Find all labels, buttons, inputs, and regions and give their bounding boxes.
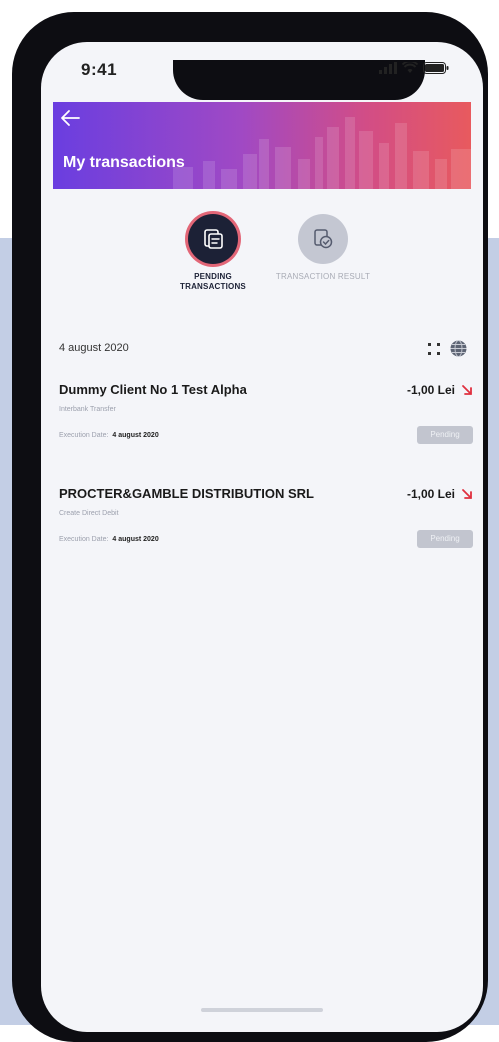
debit-arrow-icon [462, 385, 472, 395]
result-tab-circle [298, 214, 348, 264]
home-indicator [201, 1008, 323, 1012]
status-badge: Pending [417, 426, 473, 444]
transaction-name: PROCTER&GAMBLE DISTRIBUTION SRL [59, 486, 314, 501]
debit-arrow-icon [462, 489, 472, 499]
date-group-header: 4 august 2020 [59, 340, 467, 360]
tab-label-pending: PENDING TRANSACTIONS [180, 272, 246, 291]
phone-frame: 9:41 My transactions PENDING TRANSACTION… [12, 12, 488, 1042]
pending-transactions-icon [204, 229, 223, 249]
transaction-amount: -1,00 Lei [406, 487, 455, 501]
date-group-label: 4 august 2020 [59, 342, 129, 354]
page-title: My transactions [63, 154, 185, 171]
globe-icon[interactable] [450, 340, 467, 357]
transaction-amount: -1,00 Lei [406, 383, 455, 397]
battery-icon [423, 62, 449, 74]
transaction-type: Interbank Transfer [59, 406, 116, 413]
execution-date-label: Execution Date: [59, 432, 109, 439]
signal-icon [379, 62, 397, 74]
transaction-tabs: PENDING TRANSACTIONS TRANSACTION RESULT [41, 214, 483, 314]
wifi-icon [402, 62, 418, 73]
grid-filter-icon[interactable] [427, 342, 441, 356]
status-time: 9:41 [81, 60, 118, 79]
transaction-result-icon [314, 229, 333, 249]
status-icons [379, 62, 449, 74]
transaction-type: Create Direct Debit [59, 510, 119, 517]
tab-pending-transactions[interactable]: PENDING TRANSACTIONS [163, 214, 263, 292]
execution-date-row: Execution Date: 4 august 2020 [59, 432, 159, 439]
back-arrow-icon[interactable] [59, 108, 81, 128]
phone-screen: 9:41 My transactions PENDING TRANSACTION… [41, 42, 483, 1032]
tab-label-result: TRANSACTION RESULT [275, 272, 371, 281]
header-banner: My transactions [53, 102, 471, 189]
status-badge: Pending [417, 530, 473, 548]
transaction-name: Dummy Client No 1 Test Alpha [59, 382, 247, 397]
execution-date-value: 4 august 2020 [112, 536, 159, 543]
execution-date-row: Execution Date: 4 august 2020 [59, 536, 159, 543]
transaction-item[interactable]: Dummy Client No 1 Test Alpha -1,00 Lei I… [59, 382, 473, 472]
execution-date-label: Execution Date: [59, 536, 109, 543]
transaction-item[interactable]: PROCTER&GAMBLE DISTRIBUTION SRL -1,00 Le… [59, 486, 473, 576]
city-skyline-graphic [173, 117, 471, 189]
execution-date-value: 4 august 2020 [112, 432, 159, 439]
pending-tab-circle [188, 214, 238, 264]
tab-transaction-result[interactable]: TRANSACTION RESULT [273, 214, 373, 282]
